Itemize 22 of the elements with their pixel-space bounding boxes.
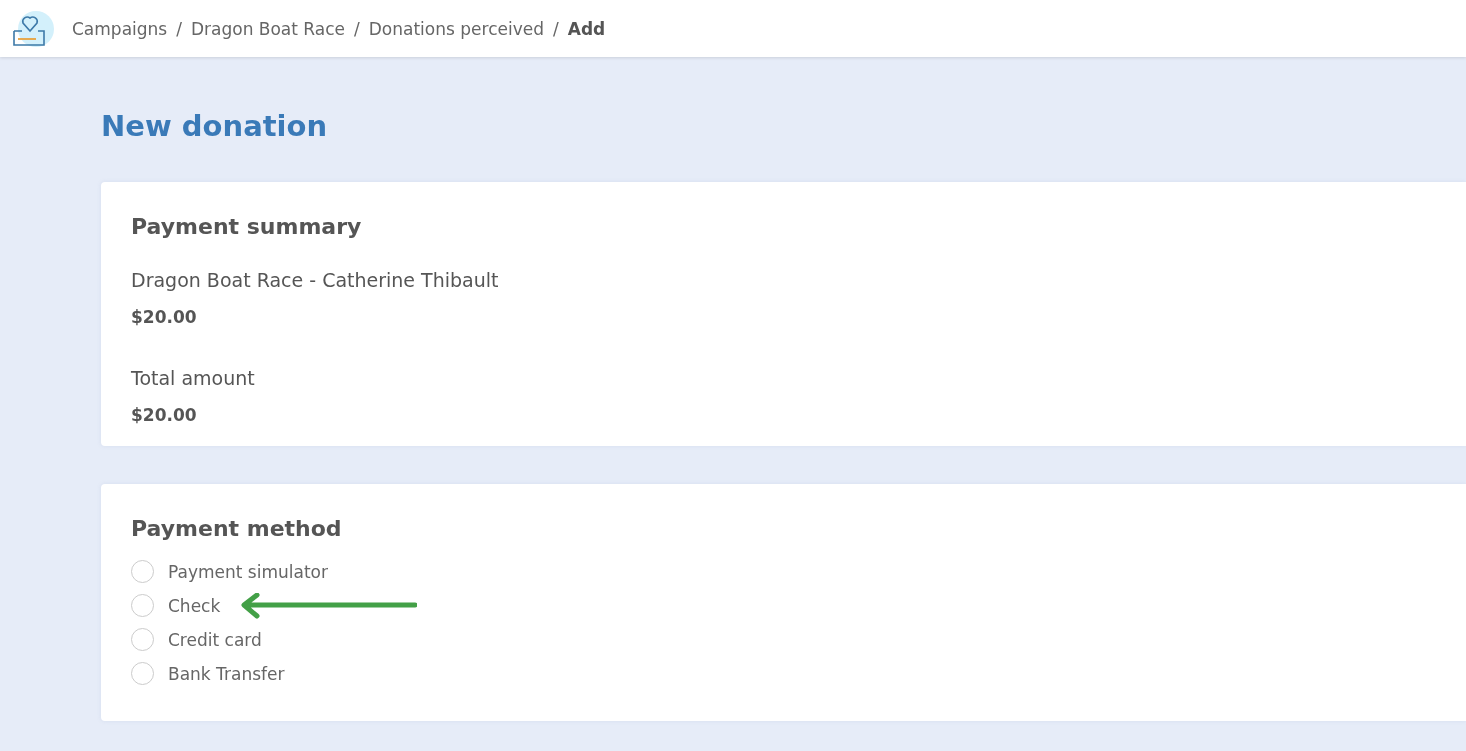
item-amount: $20.00: [131, 306, 198, 327]
current-page-label: Add: [567, 18, 606, 39]
option-label[interactable]: Bank Transfer: [168, 663, 285, 684]
breadcrumb-separator: /: [176, 18, 182, 39]
breadcrumb-link[interactable]: Campaigns: [72, 18, 168, 39]
option-label[interactable]: Check: [168, 595, 221, 616]
breadcrumb-separator: /: [553, 18, 559, 39]
breadcrumb-link[interactable]: Dragon Boat Race: [190, 18, 346, 39]
card-title: Payment summary: [131, 213, 363, 239]
item-name: Dragon Boat Race - Catherine Thibault: [131, 268, 500, 291]
radio-button[interactable]: [131, 628, 154, 652]
breadcrumb-separator: /: [354, 18, 360, 39]
option-label[interactable]: Payment simulator: [168, 561, 328, 582]
radio-button[interactable]: [131, 560, 154, 584]
total-label: Total amount: [131, 366, 256, 389]
radio-button[interactable]: [131, 662, 154, 686]
total-amount: $20.00: [131, 404, 198, 425]
breadcrumb-link[interactable]: Donations perceived: [368, 18, 544, 39]
page-title: New donation: [101, 109, 329, 144]
card-title: Payment method: [131, 515, 343, 541]
option-label[interactable]: Credit card: [168, 629, 262, 650]
radio-button[interactable]: [131, 594, 154, 618]
